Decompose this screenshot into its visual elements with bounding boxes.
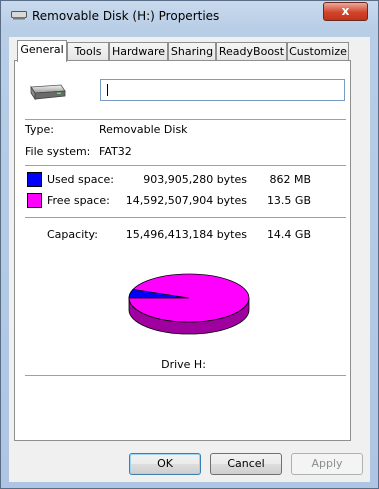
free-space-swatch: [27, 193, 42, 208]
general-tab-panel: Type: Removable Disk File system: FAT32 …: [14, 60, 351, 441]
properties-window: Removable Disk (H:) Properties x General…: [0, 0, 379, 489]
used-space-size: 862 MB: [269, 173, 311, 186]
capacity-size: 14.4 GB: [266, 228, 311, 241]
used-space-bytes: 903,905,280 bytes: [143, 173, 247, 186]
free-space-size: 13.5 GB: [266, 194, 311, 207]
used-space-swatch: [27, 172, 42, 187]
capacity-label: Capacity:: [47, 228, 98, 241]
tab-label: ReadyBoost: [218, 45, 285, 58]
tab-label: Hardware: [111, 45, 166, 58]
removable-disk-icon: [30, 84, 66, 101]
tab-hardware[interactable]: Hardware: [109, 42, 168, 61]
file-system-value: FAT32: [99, 145, 132, 158]
cancel-button[interactable]: Cancel: [210, 453, 282, 475]
capacity-bytes: 15,496,413,184 bytes: [125, 228, 247, 241]
dialog-client: General Tools Hardware Sharing ReadyBoos…: [9, 37, 370, 482]
disk-usage-pie-chart: [128, 273, 250, 335]
tab-tools[interactable]: Tools: [67, 42, 109, 61]
close-button[interactable]: x: [323, 2, 368, 21]
apply-button[interactable]: Apply: [291, 453, 363, 475]
free-space-label: Free space:: [47, 194, 110, 207]
tab-label: General: [20, 43, 64, 56]
tab-label: Tools: [74, 45, 102, 58]
separator: [25, 165, 346, 166]
text-caret: [107, 84, 108, 96]
tab-label: Customize: [289, 45, 347, 58]
window-title: Removable Disk (H:) Properties: [32, 9, 220, 23]
separator: [25, 375, 346, 376]
tab-general[interactable]: General: [17, 40, 67, 62]
close-icon: x: [341, 4, 350, 18]
drive-label: Drive H:: [161, 358, 206, 371]
tab-label: Sharing: [170, 45, 214, 58]
free-space-bytes: 14,592,507,904 bytes: [125, 194, 247, 207]
title-bar[interactable]: Removable Disk (H:) Properties x: [1, 1, 378, 31]
separator: [25, 217, 346, 218]
type-value: Removable Disk: [99, 123, 188, 136]
type-label: Type:: [25, 123, 54, 136]
used-space-label: Used space:: [47, 173, 115, 186]
file-system-label: File system:: [25, 145, 91, 158]
removable-disk-icon: [11, 11, 27, 20]
tab-customize[interactable]: Customize: [287, 42, 349, 61]
tab-sharing[interactable]: Sharing: [168, 42, 216, 61]
separator: [25, 119, 346, 120]
volume-label-input[interactable]: [100, 79, 345, 101]
ok-button[interactable]: OK: [129, 453, 201, 475]
tab-readyboost[interactable]: ReadyBoost: [216, 42, 287, 61]
